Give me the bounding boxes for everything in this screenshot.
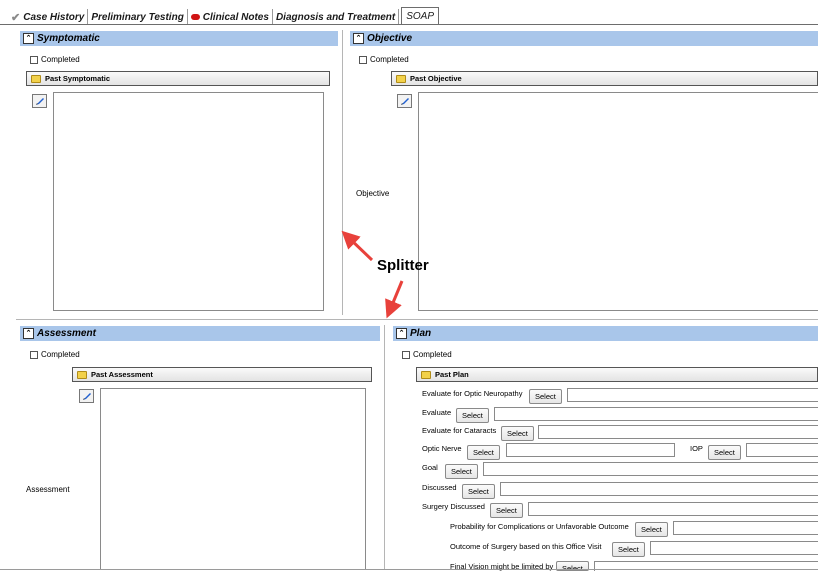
label-outcome: Outcome of Surgery based on this Office … [450, 542, 602, 551]
symptomatic-completed[interactable]: Completed [30, 55, 80, 64]
tab-diagnosis-treatment[interactable]: Diagnosis and Treatment [273, 9, 400, 25]
checkbox-label: Completed [413, 350, 452, 359]
past-objective-button[interactable]: Past Objective [391, 71, 818, 86]
plan-completed[interactable]: Completed [402, 350, 452, 359]
panel-title: Assessment [37, 328, 96, 339]
evaluate-field[interactable] [494, 407, 818, 421]
select-probability-button[interactable]: Select [635, 522, 668, 537]
select-outcome-button[interactable]: Select [612, 542, 645, 557]
past-symptomatic-button[interactable]: Past Symptomatic [26, 71, 330, 86]
folder-icon [396, 74, 406, 83]
objective-side-label: Objective [356, 189, 390, 198]
label-evaluate: Evaluate [422, 408, 452, 417]
label-cataracts: Evaluate for Cataracts [422, 426, 497, 435]
tab-preliminary-testing[interactable]: Preliminary Testing [88, 9, 188, 25]
panel-title: Symptomatic [37, 33, 100, 44]
collapse-icon[interactable]: ⌃ [23, 33, 34, 44]
red-flag-icon [190, 14, 200, 20]
tab-clinical-notes[interactable]: Clinical Notes [188, 9, 273, 25]
vertical-splitter-bottom[interactable] [384, 325, 385, 570]
past-plan-button[interactable]: Past Plan [416, 367, 818, 382]
label-surgery-discussed: Surgery Discussed [422, 502, 485, 511]
folder-icon [77, 370, 87, 379]
label-goal: Goal [422, 463, 438, 472]
folder-icon [31, 74, 41, 83]
outcome-field[interactable] [650, 541, 818, 555]
label-optic-nerve: Optic Nerve [422, 444, 462, 453]
assessment-completed[interactable]: Completed [30, 350, 80, 359]
select-evaluate-button[interactable]: Select [456, 408, 489, 423]
objective-textarea[interactable] [418, 92, 818, 311]
select-surgery-discussed-button[interactable]: Select [490, 503, 523, 518]
tab-label: Case History [23, 11, 85, 23]
checkbox-label: Completed [370, 55, 409, 64]
label-optic-neuropathy: Evaluate for Optic Neuropathy [422, 389, 523, 398]
checkbox[interactable] [359, 55, 367, 64]
checkbox[interactable] [30, 350, 38, 359]
past-assessment-button[interactable]: Past Assessment [72, 367, 372, 382]
pen-icon[interactable] [79, 389, 94, 403]
symptomatic-textarea[interactable] [53, 92, 324, 311]
past-label: Past Assessment [91, 370, 153, 379]
objective-header: ⌃ Objective [350, 31, 818, 46]
select-optic-nerve-button[interactable]: Select [467, 445, 500, 460]
symptomatic-header: ⌃ Symptomatic [20, 31, 338, 46]
probability-field[interactable] [673, 521, 818, 535]
checkbox[interactable] [402, 350, 410, 359]
assessment-textarea[interactable] [100, 388, 366, 569]
tab-soap[interactable]: SOAP [401, 7, 440, 25]
select-cataracts-button[interactable]: Select [501, 426, 534, 441]
bottom-border [0, 569, 818, 570]
panel-title: Objective [367, 33, 413, 44]
goal-field[interactable] [483, 462, 818, 476]
label-probability: Probability for Complications or Unfavor… [450, 522, 629, 531]
optic-nerve-field[interactable] [506, 443, 675, 457]
objective-completed[interactable]: Completed [359, 55, 409, 64]
cataracts-field[interactable] [538, 425, 818, 439]
pen-icon[interactable] [32, 94, 47, 108]
plan-header: ⌃ Plan [393, 326, 818, 341]
past-label: Past Symptomatic [45, 74, 111, 83]
check-icon: ✔ [11, 11, 21, 24]
tab-bar: ✔ Case History Preliminary Testing Clini… [8, 7, 440, 25]
past-label: Past Objective [410, 74, 462, 83]
tab-label: Preliminary Testing [91, 11, 184, 23]
assessment-side-label: Assessment [26, 485, 70, 494]
select-optic-neuropathy-button[interactable]: Select [529, 389, 562, 404]
past-label: Past Plan [435, 370, 469, 379]
checkbox[interactable] [30, 55, 38, 64]
tab-label: Diagnosis and Treatment [275, 11, 396, 23]
collapse-icon[interactable]: ⌃ [23, 328, 34, 339]
iop-field[interactable] [746, 443, 818, 457]
checkbox-label: Completed [41, 55, 80, 64]
collapse-icon[interactable]: ⌃ [353, 33, 364, 44]
select-iop-button[interactable]: Select [708, 445, 741, 460]
tab-label: Clinical Notes [202, 11, 269, 23]
label-discussed: Discussed [422, 483, 457, 492]
select-discussed-button[interactable]: Select [462, 484, 495, 499]
pen-icon[interactable] [397, 94, 412, 108]
select-goal-button[interactable]: Select [445, 464, 478, 479]
tab-label: SOAP [406, 11, 435, 22]
tab-case-history[interactable]: ✔ Case History [8, 9, 89, 25]
optic-neuropathy-field[interactable] [567, 388, 818, 402]
folder-icon [421, 370, 431, 379]
discussed-field[interactable] [500, 482, 818, 496]
label-iop: IOP [690, 444, 703, 453]
surgery-discussed-field[interactable] [528, 502, 818, 516]
splitter-annotation-label: Splitter [377, 257, 429, 274]
assessment-header: ⌃ Assessment [20, 326, 380, 341]
checkbox-label: Completed [41, 350, 80, 359]
tab-divider [0, 24, 818, 25]
